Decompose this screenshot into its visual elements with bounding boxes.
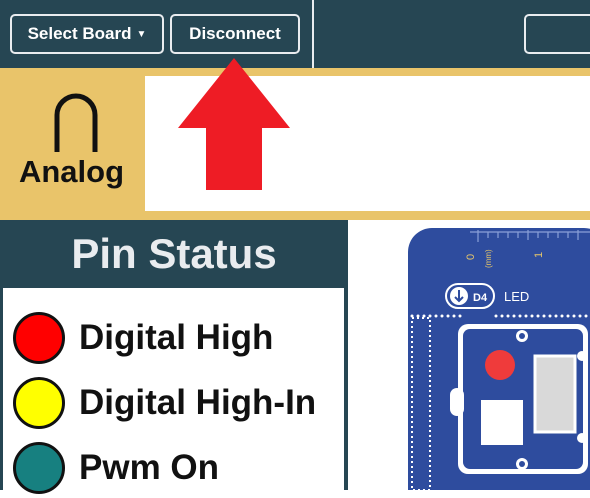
yellow-status-dot-icon [13,377,65,429]
analog-symbol-icon [54,93,98,152]
chip-component [481,400,523,445]
top-toolbar: Select Board ▼ Disconnect [0,0,590,68]
mount-hole [577,351,587,361]
ruler-unit-label: (mm) [484,249,493,268]
pin-status-legend: Digital High Digital High-In Pwm On [3,288,344,498]
led-label: LED [504,289,529,304]
edge-notch [450,388,464,416]
legend-label: Digital High [79,318,274,357]
select-board-button[interactable]: Select Board ▼ [10,14,164,54]
teal-status-dot-icon [13,442,65,494]
red-status-dot-icon [13,312,65,364]
chip-component [533,354,577,434]
mount-hole [577,433,587,443]
legend-label: Pwm On [79,448,220,487]
legend-item-pwm-on: Pwm On [13,438,219,498]
led-indicator-icon [485,350,515,380]
toolbar-divider [312,0,314,68]
legend-label: Digital High-In [79,383,317,422]
board-illustration: 0 (mm) 1 D4 LED [408,228,590,490]
ruler-zero-label: 0 [465,254,477,260]
pin-status-title: Pin Status [71,230,277,277]
mode-label: Analog [18,154,125,189]
ruler-one-label: 1 [533,252,545,258]
select-board-label: Select Board [27,24,132,43]
up-arrow-icon [178,58,290,190]
caret-down-icon: ▼ [136,28,147,40]
legend-item-digital-high: Digital High [13,308,273,368]
board-area: 0 (mm) 1 D4 LED [350,220,590,490]
disconnect-label: Disconnect [189,24,281,43]
disconnect-button[interactable]: Disconnect [170,14,300,54]
toolbar-right-button[interactable] [524,14,590,54]
pin-label: D4 [473,292,488,304]
legend-item-digital-high-in: Digital High-In [13,373,316,433]
